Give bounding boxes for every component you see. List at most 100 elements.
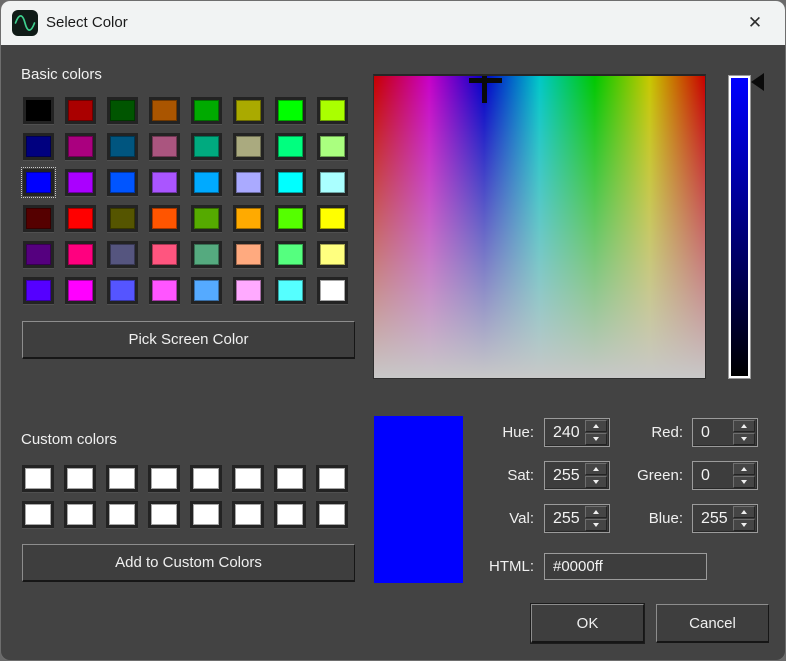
basic-color-swatch-30[interactable] xyxy=(275,205,306,232)
basic-color-swatch-32[interactable] xyxy=(23,241,54,268)
pick-screen-color-button[interactable]: Pick Screen Color xyxy=(22,321,355,359)
basic-color-swatch-39[interactable] xyxy=(317,241,348,268)
basic-color-swatch-36[interactable] xyxy=(191,241,222,268)
basic-color-swatch-14[interactable] xyxy=(275,133,306,160)
hue-saturation-picker[interactable] xyxy=(373,74,706,379)
custom-colors-label: Custom colors xyxy=(21,431,117,448)
close-icon[interactable]: ✕ xyxy=(733,1,777,45)
basic-color-swatch-45[interactable] xyxy=(233,277,264,304)
custom-color-swatch-9[interactable] xyxy=(64,501,96,528)
custom-color-swatch-13[interactable] xyxy=(232,501,264,528)
basic-color-swatch-47[interactable] xyxy=(317,277,348,304)
green-spin-up-button[interactable] xyxy=(733,463,755,475)
basic-color-swatch-46[interactable] xyxy=(275,277,306,304)
basic-color-swatch-33[interactable] xyxy=(65,241,96,268)
custom-color-swatch-5[interactable] xyxy=(232,465,264,492)
basic-color-swatch-31[interactable] xyxy=(317,205,348,232)
cancel-button[interactable]: Cancel xyxy=(656,604,769,643)
custom-color-swatch-3[interactable] xyxy=(148,465,180,492)
blue-spinbox[interactable]: 255 xyxy=(692,504,758,533)
blue-spin-down-button[interactable] xyxy=(733,519,755,531)
hue-label: Hue: xyxy=(424,418,534,447)
basic-color-swatch-41[interactable] xyxy=(65,277,96,304)
basic-color-swatch-5[interactable] xyxy=(233,97,264,124)
basic-color-swatch-11[interactable] xyxy=(149,133,180,160)
basic-color-swatch-42[interactable] xyxy=(107,277,138,304)
basic-color-swatch-3[interactable] xyxy=(149,97,180,124)
custom-color-swatch-14[interactable] xyxy=(274,501,306,528)
blue-value[interactable]: 255 xyxy=(693,510,731,528)
basic-color-swatch-44[interactable] xyxy=(191,277,222,304)
basic-color-swatch-22[interactable] xyxy=(275,169,306,196)
basic-color-swatch-23[interactable] xyxy=(317,169,348,196)
basic-color-swatch-19[interactable] xyxy=(149,169,180,196)
basic-color-swatch-6[interactable] xyxy=(275,97,306,124)
basic-color-swatch-40[interactable] xyxy=(23,277,54,304)
ok-button[interactable]: OK xyxy=(531,604,644,643)
basic-color-swatch-29[interactable] xyxy=(233,205,264,232)
custom-color-swatch-1[interactable] xyxy=(64,465,96,492)
up-arrow-icon xyxy=(741,467,747,471)
custom-color-swatch-6[interactable] xyxy=(274,465,306,492)
basic-color-swatch-37[interactable] xyxy=(233,241,264,268)
custom-color-swatch-2[interactable] xyxy=(106,465,138,492)
basic-color-swatch-7[interactable] xyxy=(317,97,348,124)
blue-spin-up-button[interactable] xyxy=(733,506,755,518)
basic-colors-label: Basic colors xyxy=(21,66,102,83)
custom-color-swatch-7[interactable] xyxy=(316,465,348,492)
green-value[interactable]: 0 xyxy=(693,467,731,485)
basic-color-swatch-13[interactable] xyxy=(233,133,264,160)
value-gradient xyxy=(731,78,748,376)
red-spin-down-button[interactable] xyxy=(733,433,755,445)
custom-color-swatch-4[interactable] xyxy=(190,465,222,492)
basic-color-swatch-27[interactable] xyxy=(149,205,180,232)
basic-color-swatch-8[interactable] xyxy=(23,133,54,160)
red-value[interactable]: 0 xyxy=(693,424,731,442)
app-icon xyxy=(12,10,38,36)
custom-color-swatch-8[interactable] xyxy=(22,501,54,528)
basic-color-swatch-15[interactable] xyxy=(317,133,348,160)
blue-label: Blue: xyxy=(573,504,683,533)
basic-color-swatch-28[interactable] xyxy=(191,205,222,232)
down-arrow-icon xyxy=(741,480,747,484)
basic-color-swatch-17[interactable] xyxy=(65,169,96,196)
basic-color-swatch-35[interactable] xyxy=(149,241,180,268)
basic-color-swatch-20[interactable] xyxy=(191,169,222,196)
basic-color-swatch-34[interactable] xyxy=(107,241,138,268)
green-spinbox[interactable]: 0 xyxy=(692,461,758,490)
red-spin-up-button[interactable] xyxy=(733,420,755,432)
custom-color-swatch-0[interactable] xyxy=(22,465,54,492)
value-slider[interactable] xyxy=(728,75,751,379)
basic-color-swatch-12[interactable] xyxy=(191,133,222,160)
custom-color-swatch-12[interactable] xyxy=(190,501,222,528)
sat-label: Sat: xyxy=(424,461,534,490)
basic-color-swatch-16[interactable] xyxy=(23,169,54,196)
basic-color-swatch-43[interactable] xyxy=(149,277,180,304)
html-input[interactable]: #0000ff xyxy=(544,553,707,580)
basic-color-swatch-24[interactable] xyxy=(23,205,54,232)
basic-color-swatch-1[interactable] xyxy=(65,97,96,124)
basic-color-swatch-38[interactable] xyxy=(275,241,306,268)
custom-color-swatch-15[interactable] xyxy=(316,501,348,528)
basic-color-swatch-10[interactable] xyxy=(107,133,138,160)
basic-color-swatch-4[interactable] xyxy=(191,97,222,124)
custom-colors-grid xyxy=(22,465,348,528)
select-color-dialog: Select Color ✕ Basic colors Pick Screen … xyxy=(0,0,786,661)
value-slider-arrow-icon[interactable] xyxy=(751,73,764,91)
down-arrow-icon xyxy=(741,437,747,441)
red-spinbox[interactable]: 0 xyxy=(692,418,758,447)
basic-color-swatch-25[interactable] xyxy=(65,205,96,232)
basic-color-swatch-0[interactable] xyxy=(23,97,54,124)
add-to-custom-colors-button[interactable]: Add to Custom Colors xyxy=(22,544,355,582)
custom-color-swatch-10[interactable] xyxy=(106,501,138,528)
basic-color-swatch-18[interactable] xyxy=(107,169,138,196)
custom-color-swatch-11[interactable] xyxy=(148,501,180,528)
green-spin-down-button[interactable] xyxy=(733,476,755,488)
basic-color-swatch-26[interactable] xyxy=(107,205,138,232)
red-label: Red: xyxy=(573,418,683,447)
basic-color-swatch-9[interactable] xyxy=(65,133,96,160)
down-arrow-icon xyxy=(741,523,747,527)
basic-color-swatch-21[interactable] xyxy=(233,169,264,196)
basic-color-swatch-2[interactable] xyxy=(107,97,138,124)
titlebar[interactable]: Select Color ✕ xyxy=(1,1,785,45)
